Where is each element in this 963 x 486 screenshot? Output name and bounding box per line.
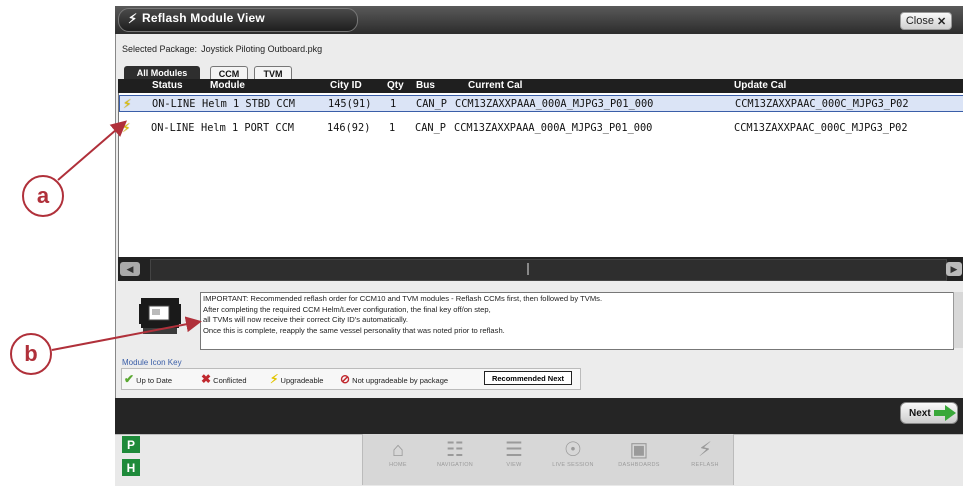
key-up-to-date: ✔ Up to Date bbox=[124, 372, 172, 386]
p-button[interactable]: P bbox=[122, 436, 140, 453]
module-ecu-icon bbox=[139, 298, 181, 334]
close-label: Close bbox=[905, 15, 934, 27]
selected-package: Selected Package: Joystick Piloting Outbo… bbox=[122, 44, 326, 54]
close-button[interactable]: Close ✕ bbox=[900, 12, 952, 30]
not-upgradeable-icon: ⊘ bbox=[340, 372, 351, 386]
row-current-cal: CCM13ZAXXPAAA_000A_MJPG3_P01_000 bbox=[454, 122, 653, 134]
row-qty: 1 bbox=[390, 98, 397, 110]
row-module: Helm 1 STBD CCM bbox=[202, 98, 295, 110]
h-button[interactable]: H bbox=[122, 459, 140, 476]
selected-package-value: Joystick Piloting Outboard.pkg bbox=[201, 44, 323, 54]
callout-a: a bbox=[22, 175, 64, 217]
key-conflicted: ✖ Conflicted bbox=[201, 372, 247, 386]
important-message: IMPORTANT: Recommended reflash order for… bbox=[203, 294, 943, 336]
message-scrollbar[interactable] bbox=[953, 292, 963, 348]
window-title: Reflash Module View bbox=[142, 11, 265, 25]
scroll-right-button[interactable]: ▶ bbox=[946, 262, 962, 276]
key-label: Not upgradeable by package bbox=[352, 376, 449, 385]
reflash-icon: ⚡︎ bbox=[697, 439, 713, 461]
scroll-left-button[interactable]: ◀ bbox=[120, 262, 140, 276]
nav-view[interactable]: ☰ VIEW bbox=[484, 438, 544, 480]
row-bus: CAN_P bbox=[416, 98, 447, 110]
scrollbar-grip bbox=[527, 263, 529, 275]
key-not-upgradeable: ⊘ Not upgradeable by package bbox=[340, 372, 448, 386]
row-city-id: 146(92) bbox=[327, 122, 371, 134]
nav-navigation[interactable]: ☷ NAVIGATION bbox=[425, 438, 485, 480]
navigation-icon: ☷ bbox=[446, 439, 464, 461]
important-line: After completing the required CCM Helm/L… bbox=[203, 304, 491, 314]
icon-key-title: Module Icon Key bbox=[122, 358, 182, 367]
row-status: ON-LINE bbox=[151, 122, 195, 134]
check-icon: ✔ bbox=[124, 372, 135, 386]
nav-label: REFLASH bbox=[691, 462, 719, 468]
key-upgradeable: ⚡︎ Upgradeable bbox=[270, 372, 323, 386]
nav-label: HOME bbox=[389, 462, 407, 468]
row-module: Helm 1 PORT CCM bbox=[201, 122, 294, 134]
nav-live-session[interactable]: ☉ LIVE SESSION bbox=[543, 438, 603, 480]
row-city-id: 145(91) bbox=[328, 98, 372, 110]
column-qty[interactable]: Qty bbox=[387, 80, 404, 91]
nav-home[interactable]: ⌂ HOME bbox=[368, 438, 428, 480]
live-session-icon: ☉ bbox=[564, 439, 582, 461]
lightning-icon: ⚡︎ bbox=[128, 11, 138, 26]
upgradeable-bolt-icon: ⚡︎ bbox=[123, 96, 132, 112]
important-line: IMPORTANT: Recommended reflash order for… bbox=[203, 294, 603, 303]
nav-label: VIEW bbox=[506, 462, 522, 468]
nav-dashboards[interactable]: ▣ DASHBOARDS bbox=[609, 438, 669, 480]
row-qty: 1 bbox=[389, 122, 396, 134]
nav-label: NAVIGATION bbox=[436, 462, 474, 468]
action-bar bbox=[115, 398, 963, 434]
upgradeable-bolt-icon: ⚡︎ bbox=[122, 120, 131, 136]
next-button[interactable]: Next bbox=[900, 402, 958, 424]
upgradeable-bolt-icon: ⚡︎ bbox=[270, 372, 279, 386]
table-row[interactable]: ⚡︎ ON-LINE Helm 1 STBD CCM 145(91) 1 CAN… bbox=[119, 95, 963, 112]
table-header: Status Module City ID Qty Bus Current Ca… bbox=[118, 79, 963, 93]
home-icon: ⌂ bbox=[391, 439, 405, 461]
column-module[interactable]: Module bbox=[210, 80, 245, 91]
column-city-id[interactable]: City ID bbox=[330, 80, 362, 91]
dashboards-icon: ▣ bbox=[629, 439, 649, 461]
close-icon: ✕ bbox=[936, 15, 947, 28]
key-label: Conflicted bbox=[213, 376, 247, 385]
nav-label: LIVE SESSION bbox=[552, 462, 594, 468]
row-current-cal: CCM13ZAXXPAAA_000A_MJPG3_P01_000 bbox=[455, 98, 654, 110]
table-row[interactable]: ⚡︎ ON-LINE Helm 1 PORT CCM 146(92) 1 CAN… bbox=[119, 120, 962, 136]
column-bus[interactable]: Bus bbox=[416, 80, 435, 91]
nav-reflash[interactable]: ⚡︎ REFLASH bbox=[675, 438, 735, 480]
selected-package-label: Selected Package: bbox=[122, 44, 198, 54]
tab-all-modules[interactable]: All Modules bbox=[124, 66, 200, 79]
recommended-next-key: Recommended Next bbox=[484, 371, 572, 385]
next-label: Next bbox=[909, 407, 931, 419]
column-status[interactable]: Status bbox=[152, 80, 183, 91]
column-current-cal[interactable]: Current Cal bbox=[468, 80, 522, 91]
row-status: ON-LINE bbox=[152, 98, 196, 110]
callout-b: b bbox=[10, 333, 52, 375]
view-icon: ☰ bbox=[505, 439, 523, 461]
key-label: Upgradeable bbox=[280, 376, 324, 385]
row-update-cal: CCM13ZAXXPAAC_000C_MJPG3_P02 bbox=[735, 98, 909, 110]
important-line: all TVMs will now receive their correct … bbox=[203, 315, 408, 324]
tab-ccm[interactable]: CCM bbox=[210, 66, 248, 80]
column-update-cal[interactable]: Update Cal bbox=[734, 80, 786, 91]
important-line: Once this is complete, reapply the same … bbox=[203, 325, 505, 335]
tab-tvm[interactable]: TVM bbox=[254, 66, 292, 80]
nav-label: DASHBOARDS bbox=[618, 462, 660, 468]
conflicted-icon: ✖ bbox=[201, 372, 212, 386]
row-bus: CAN_P bbox=[415, 122, 446, 134]
arrow-right-icon bbox=[933, 405, 956, 421]
row-update-cal: CCM13ZAXXPAAC_000C_MJPG3_P02 bbox=[734, 122, 908, 134]
key-label: Up to Date bbox=[136, 376, 173, 385]
scrollbar-thumb[interactable] bbox=[150, 259, 947, 281]
